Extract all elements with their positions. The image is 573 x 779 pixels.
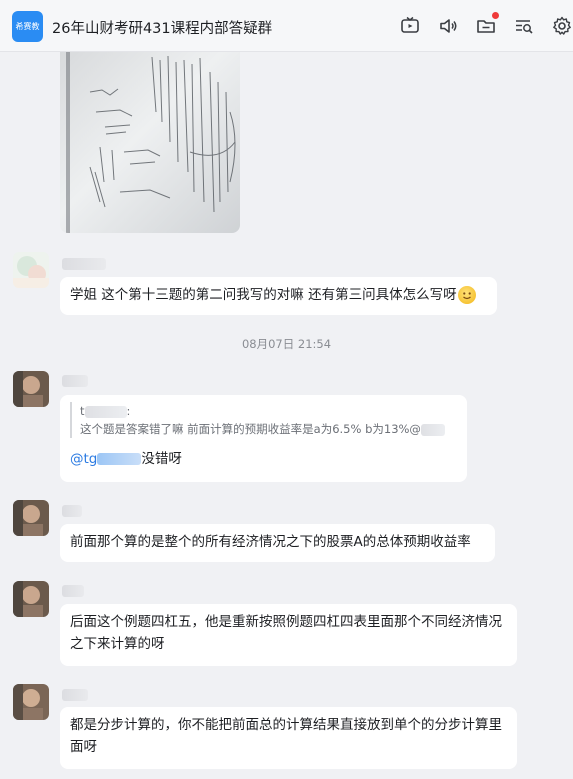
quote-author-colon: : (126, 404, 131, 418)
sender-nickname (62, 585, 84, 597)
message-text: 没错呀 (141, 451, 182, 467)
blurred-mention-name (97, 453, 142, 465)
message-bubble[interactable]: t: 这个题是答案错了嘛 前面计算的预期收益率是a为6.5% b为13%@ @t… (60, 395, 467, 482)
sender-nickname (62, 258, 106, 270)
sender-nickname (62, 689, 88, 701)
tv-icon[interactable] (399, 15, 421, 37)
avatar[interactable] (13, 500, 49, 536)
chat-header: 希赛教育 26年山财考研431课程内部答疑群 (0, 0, 573, 52)
speaker-icon[interactable] (437, 15, 459, 37)
timestamp: 08月07日 21:54 (241, 337, 332, 351)
message-text: 都是分步计算的，你不能把前面总的计算结果直接放到单个的分步计算里面呀 (70, 717, 502, 755)
group-title[interactable]: 26年山财考研431课程内部答疑群 (52, 17, 272, 38)
avatar[interactable] (13, 252, 49, 288)
message-text: 后面这个例题四杠五，他是重新按照例题四杠四表里面那个不同经济情况之下来计算的呀 (70, 614, 502, 652)
handwritten-notes-image (66, 52, 236, 233)
message-bubble[interactable]: 都是分步计算的，你不能把前面总的计算结果直接放到单个的分步计算里面呀 (60, 707, 517, 769)
message-bubble[interactable]: 前面那个算的是整个的所有经济情况之下的股票A的总体预期收益率 (60, 524, 495, 562)
avatar[interactable] (13, 371, 49, 407)
avatar[interactable] (13, 684, 49, 720)
message-bubble[interactable]: 后面这个例题四杠五，他是重新按照例题四杠四表里面那个不同经济情况之下来计算的呀 (60, 604, 517, 666)
message-bubble[interactable]: 学姐 这个第十三题的第二问我写的对嘛 还有第三问具体怎么写呀 (60, 277, 497, 315)
sender-nickname (62, 375, 88, 387)
search-list-icon[interactable] (513, 15, 535, 37)
avatar[interactable] (13, 581, 49, 617)
chat-window: 希赛教育 26年山财考研431课程内部答疑群 (0, 0, 573, 779)
quote-text: 这个题是答案错了嘛 前面计算的预期收益率是a为6.5% b为13%@ (80, 422, 421, 436)
gear-icon[interactable] (551, 15, 573, 37)
folder-icon[interactable] (475, 12, 499, 37)
mention-link[interactable]: @tg (70, 451, 97, 467)
photo-message[interactable] (60, 52, 240, 233)
smile-emoji-icon (457, 286, 476, 304)
notification-dot (492, 12, 499, 19)
quoted-message[interactable]: t: 这个题是答案错了嘛 前面计算的预期收益率是a为6.5% b为13%@ (70, 402, 457, 438)
message-text: 学姐 这个第十三题的第二问我写的对嘛 还有第三问具体怎么写呀 (70, 287, 457, 303)
blurred-mention (420, 423, 445, 436)
message-text: 前面那个算的是整个的所有经济情况之下的股票A的总体预期收益率 (70, 534, 471, 550)
group-avatar[interactable]: 希赛教育 (12, 11, 43, 42)
message-list[interactable]: 学姐 这个第十三题的第二问我写的对嘛 还有第三问具体怎么写呀 08月07日 21… (0, 52, 573, 779)
blurred-name (84, 405, 127, 418)
sender-nickname (62, 505, 82, 517)
